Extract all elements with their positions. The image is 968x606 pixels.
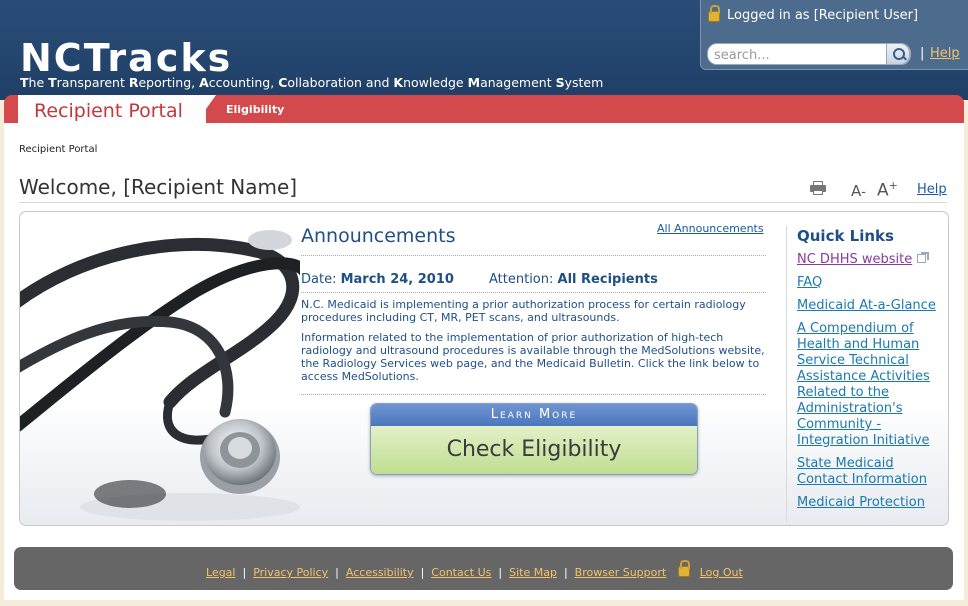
quick-link-medicaid-at-a-glance[interactable]: Medicaid At-a-Glance <box>797 298 945 314</box>
search-box <box>707 43 911 65</box>
footer-accessibility-link[interactable]: Accessibility <box>346 566 414 579</box>
tagline-initial: M <box>467 75 481 90</box>
title-divider <box>19 202 947 203</box>
site-logo[interactable]: NCTracks <box>20 36 232 80</box>
footer-legal-link[interactable]: Legal <box>206 566 235 579</box>
tagline-word: anagement <box>480 75 556 90</box>
learn-more-label: Learn More <box>371 404 697 426</box>
breadcrumb: Recipient Portal <box>19 144 98 155</box>
announcements-title: Announcements <box>301 225 456 247</box>
login-panel: Logged in as [Recipient User] | Help <box>700 0 968 70</box>
search-input[interactable] <box>714 46 884 64</box>
quick-links-divider <box>786 226 787 522</box>
external-link-icon <box>917 252 930 263</box>
tagline-initial: C <box>278 75 288 90</box>
tagline-initial: A <box>199 75 209 90</box>
footer-logout-link[interactable]: Log Out <box>700 566 743 579</box>
footer-privacy-link[interactable]: Privacy Policy <box>253 566 328 579</box>
font-increase-button[interactable]: A+ <box>877 179 898 201</box>
tagline-word: nowledge <box>403 75 468 90</box>
announcement-attention: Attention: All Recipients <box>489 272 658 287</box>
tagline-word: ransparent <box>56 75 129 90</box>
header-help-link[interactable]: Help <box>930 46 960 61</box>
font-decrease-button[interactable]: A- <box>851 182 866 200</box>
tagline-initial: K <box>393 75 404 90</box>
page-title: Welcome, [Recipient Name] <box>19 175 298 199</box>
lock-icon <box>677 560 690 577</box>
quick-links-title: Quick Links <box>797 227 894 245</box>
announcement-paragraph-2: Information related to the implementatio… <box>301 331 765 383</box>
tab-eligibility[interactable]: Eligibility <box>226 103 284 116</box>
quick-link-faq[interactable]: FAQ <box>797 275 945 291</box>
announce-divider <box>301 255 766 256</box>
quick-link-state-medicaid-contact[interactable]: State Medicaid Contact Information <box>797 456 945 488</box>
footer-sitemap-link[interactable]: Site Map <box>509 566 557 579</box>
all-announcements-link[interactable]: All Announcements <box>657 222 764 235</box>
check-eligibility-label: Check Eligibility <box>371 426 697 474</box>
announcement-paragraph-1: N.C. Medicaid is implementing a prior au… <box>301 298 746 324</box>
site-header: NCTracks The Transparent Reporting, Acco… <box>0 0 968 100</box>
tagline-initial: S <box>555 75 565 90</box>
tagline-word: he <box>28 75 49 90</box>
quick-link-medicaid-protection[interactable]: Medicaid Protection <box>797 495 945 511</box>
footer-browser-support-link[interactable]: Browser Support <box>575 566 667 579</box>
print-icon[interactable] <box>810 181 826 195</box>
login-status: Logged in as [Recipient User] <box>727 8 919 23</box>
announcement-date: Date: March 24, 2010 <box>301 272 454 287</box>
date-divider <box>301 292 766 293</box>
portal-tab-slant <box>196 95 216 123</box>
header-separator: | <box>920 46 925 61</box>
site-tagline: The Transparent Reporting, Accounting, C… <box>20 75 603 90</box>
search-icon[interactable] <box>886 43 910 65</box>
tagline-word: eporting, <box>138 75 200 90</box>
tagline-initial: T <box>20 75 29 90</box>
tagline-initial: T <box>48 75 57 90</box>
stethoscope-image <box>20 230 300 521</box>
tagline-word: ystem <box>564 75 604 90</box>
check-eligibility-button[interactable]: Learn More Check Eligibility <box>370 403 698 475</box>
quick-link-nc-dhhs[interactable]: NC DHHS website <box>797 252 945 268</box>
quick-link-compendium[interactable]: A Compendium of Health and Human Service… <box>797 321 945 449</box>
tagline-word: ccounting, <box>208 75 279 90</box>
tagline-word: ollaboration and <box>287 75 394 90</box>
footer-contact-link[interactable]: Contact Us <box>431 566 491 579</box>
portal-title[interactable]: Recipient Portal <box>34 100 183 122</box>
paragraph-divider <box>301 394 766 395</box>
help-link[interactable]: Help <box>917 182 947 197</box>
footer-links: Legal | Privacy Policy | Accessibility | Conta… <box>206 560 743 579</box>
lock-icon <box>708 5 720 22</box>
